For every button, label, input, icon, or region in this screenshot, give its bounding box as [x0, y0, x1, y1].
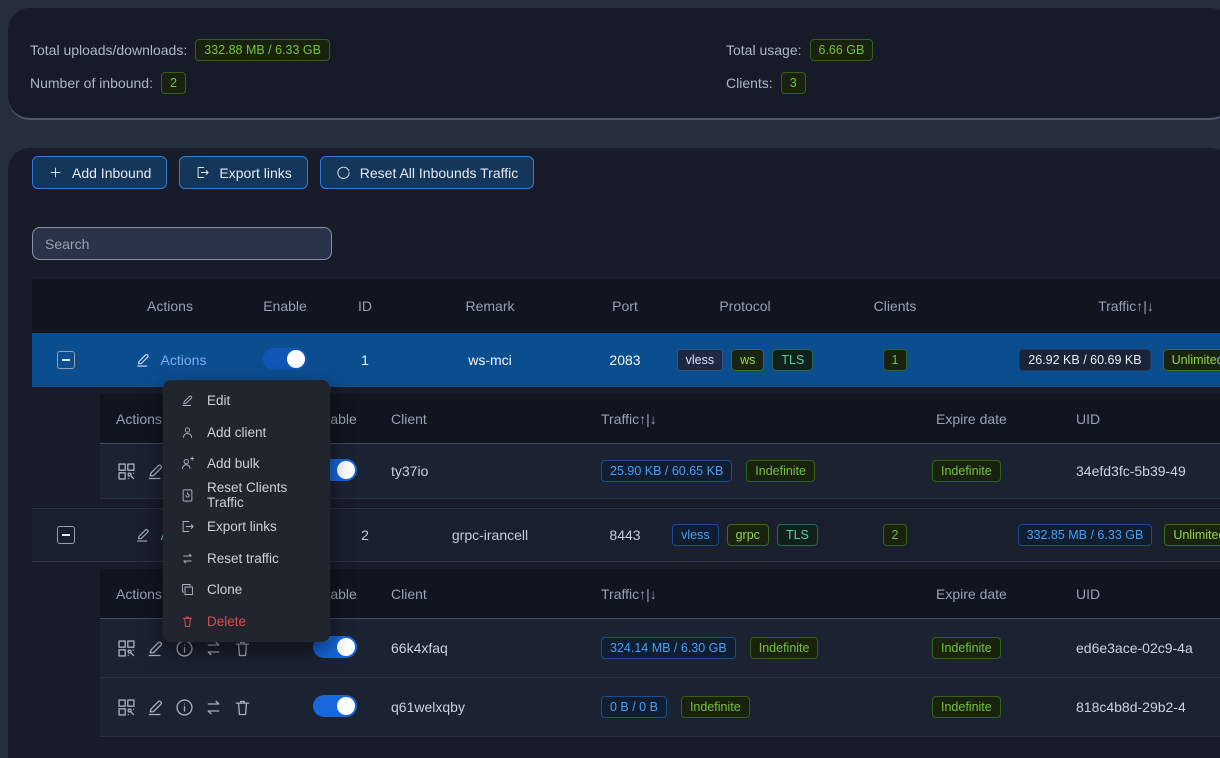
- inbound-actions-dropdown[interactable]: Actions: [100, 351, 240, 369]
- export-icon: [180, 519, 195, 534]
- inbound-remark: grpc-irancell: [400, 527, 580, 543]
- client-uid: 34efd3fc-5b39-49: [1060, 463, 1220, 479]
- trash-icon: [180, 614, 195, 629]
- reset-all-traffic-button[interactable]: Reset All Inbounds Traffic: [320, 156, 535, 189]
- toolbar: Add Inbound Export links Reset All Inbou…: [8, 148, 1220, 189]
- traffic-badge: 26.92 KB / 60.69 KB: [1019, 349, 1150, 372]
- protocol-badge: vless: [677, 349, 723, 372]
- edit-icon: [134, 351, 152, 369]
- qrcode-icon[interactable]: [116, 461, 137, 482]
- traffic-badge: 332.85 MB / 6.33 GB: [1018, 524, 1153, 547]
- table-header: Actions Enable ID Remark Port Protocol C…: [32, 279, 1220, 333]
- header-clients: Clients: [820, 298, 970, 314]
- menu-item-export-links[interactable]: Export links: [163, 511, 330, 543]
- inbound-count-badge: 2: [161, 72, 186, 95]
- menu-item-reset-clients-traffic[interactable]: Reset Clients Traffic: [163, 480, 330, 512]
- client-expire-badge: Indefinite: [932, 637, 1001, 660]
- delete-client-icon[interactable]: [232, 697, 253, 718]
- client-row: q61welxqby 0 B / 0 B Indefinite Indefini…: [100, 678, 1220, 737]
- inbound-actions-menu: Edit Add client Add bulk Reset Clients T…: [163, 380, 330, 642]
- search-box: [32, 227, 332, 260]
- menu-item-clone[interactable]: Clone: [163, 574, 330, 606]
- total-badge: Unlimited: [1164, 524, 1220, 547]
- menu-item-delete[interactable]: Delete: [163, 606, 330, 638]
- clone-icon: [180, 582, 195, 597]
- export-links-button[interactable]: Export links: [179, 156, 307, 189]
- client-traffic-badge: 25.90 KB / 60.65 KB: [601, 460, 732, 483]
- reset-client-traffic-icon[interactable]: [203, 697, 224, 718]
- client-name: 66k4xfaq: [375, 640, 585, 656]
- collapse-row-button[interactable]: [57, 526, 75, 544]
- stats-panel: Total uploads/downloads: 332.88 MB / 6.3…: [8, 8, 1220, 120]
- export-icon: [195, 165, 210, 180]
- client-limit-badge: Indefinite: [750, 637, 819, 660]
- tls-badge: TLS: [777, 524, 818, 547]
- qrcode-icon[interactable]: [116, 638, 137, 659]
- inbound-remark: ws-mci: [400, 352, 580, 368]
- edit-icon: [180, 393, 195, 408]
- header-protocol: Protocol: [670, 298, 820, 314]
- client-header-traffic-sort[interactable]: Traffic↑|↓: [585, 586, 920, 602]
- enable-toggle[interactable]: [263, 348, 307, 370]
- client-name: ty37io: [375, 463, 585, 479]
- client-traffic-badge: 0 B / 0 B: [601, 696, 667, 719]
- header-enable: Enable: [240, 298, 330, 314]
- inbound-count-label: Number of inbound:: [30, 75, 153, 91]
- header-id: ID: [330, 298, 400, 314]
- client-name: q61welxqby: [375, 699, 585, 715]
- client-expire-badge: Indefinite: [932, 696, 1001, 719]
- info-icon[interactable]: [174, 697, 195, 718]
- menu-item-reset-traffic[interactable]: Reset traffic: [163, 543, 330, 575]
- qrcode-icon[interactable]: [116, 697, 137, 718]
- protocol-badge: vless: [672, 524, 718, 547]
- client-expire-badge: Indefinite: [932, 460, 1001, 483]
- minus-icon: [62, 534, 70, 536]
- uploads-label: Total uploads/downloads:: [30, 42, 187, 58]
- total-usage-badge: 6.66 GB: [810, 39, 874, 62]
- menu-item-edit[interactable]: Edit: [163, 385, 330, 417]
- edit-client-icon[interactable]: [145, 697, 166, 718]
- client-count-badge: 1: [883, 349, 908, 372]
- total-usage-label: Total usage:: [726, 42, 802, 58]
- search-input[interactable]: [45, 236, 319, 252]
- refresh-icon: [336, 165, 351, 180]
- clients-count-label: Clients:: [726, 75, 773, 91]
- header-port: Port: [580, 298, 670, 314]
- client-limit-badge: Indefinite: [746, 460, 815, 483]
- user-icon: [180, 425, 195, 440]
- inbound-port: 2083: [580, 352, 670, 368]
- client-uid: ed6e3ace-02c9-4a: [1060, 640, 1220, 656]
- header-actions: Actions: [100, 298, 240, 314]
- client-traffic-badge: 324.14 MB / 6.30 GB: [601, 637, 736, 660]
- clients-count-badge: 3: [781, 72, 806, 95]
- inbound-port: 8443: [580, 527, 670, 543]
- inbound-row[interactable]: Actions 1 ws-mci 2083 vless ws TLS 1 26.…: [32, 333, 1220, 387]
- edit-icon: [134, 526, 152, 544]
- transport-badge: grpc: [727, 524, 769, 547]
- collapse-row-button[interactable]: [57, 351, 75, 369]
- transport-badge: ws: [731, 349, 764, 372]
- user-add-icon: [180, 456, 195, 471]
- client-enable-toggle[interactable]: [313, 695, 357, 717]
- swap-icon: [180, 551, 195, 566]
- header-remark: Remark: [400, 298, 580, 314]
- plus-icon: [48, 165, 63, 180]
- menu-item-add-client[interactable]: Add client: [163, 417, 330, 449]
- device-reset-icon: [180, 488, 195, 503]
- client-header-traffic-sort[interactable]: Traffic↑|↓: [585, 411, 920, 427]
- inbound-id: 1: [330, 352, 400, 368]
- client-limit-badge: Indefinite: [681, 696, 750, 719]
- inbound-id: 2: [330, 527, 400, 543]
- tls-badge: TLS: [772, 349, 813, 372]
- client-count-badge: 2: [883, 524, 908, 547]
- menu-item-add-bulk[interactable]: Add bulk: [163, 448, 330, 480]
- uploads-value-badge: 332.88 MB / 6.33 GB: [195, 39, 330, 62]
- header-traffic-sort[interactable]: Traffic↑|↓: [970, 298, 1220, 314]
- edit-client-icon[interactable]: [145, 638, 166, 659]
- client-uid: 818c4b8d-29b2-4: [1060, 699, 1220, 715]
- minus-icon: [62, 359, 70, 361]
- add-inbound-button[interactable]: Add Inbound: [32, 156, 167, 189]
- total-badge: Unlimited: [1163, 349, 1220, 372]
